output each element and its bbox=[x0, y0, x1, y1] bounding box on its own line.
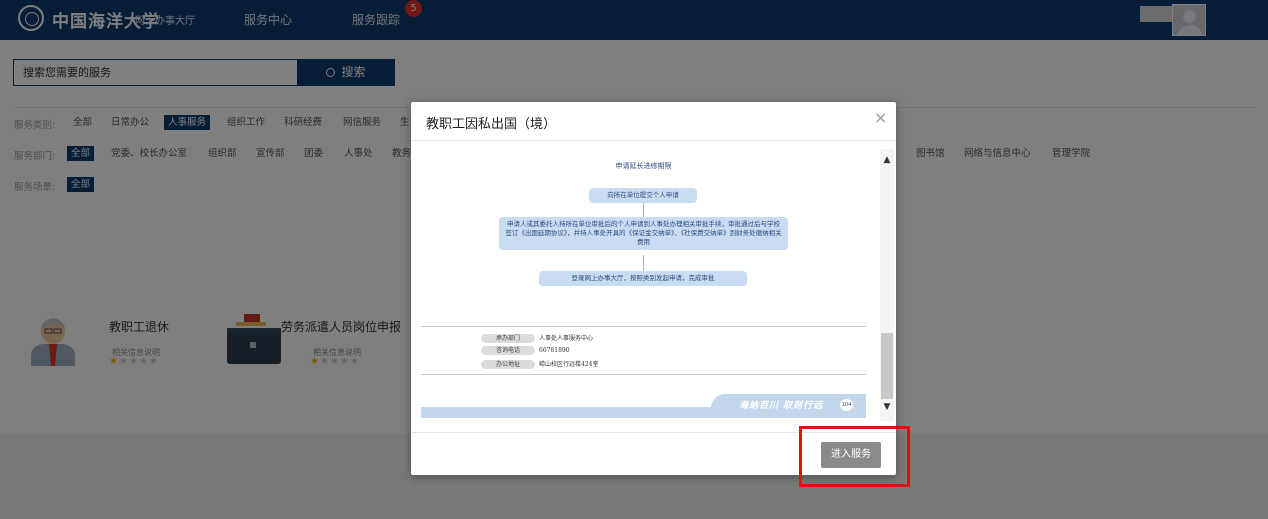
highlight-annotation-box bbox=[799, 426, 910, 487]
flow-step-3: 登录网上办事大厅，按照类别发起申请，完成审批 bbox=[539, 271, 747, 286]
modal-title: 教职工因私出国（境） bbox=[426, 117, 557, 132]
flow-step-1: 向所在单位提交个人申请 bbox=[589, 188, 697, 203]
scrollbar-thumb[interactable] bbox=[881, 333, 893, 399]
flowchart-title: 申请延长进修期限 bbox=[615, 162, 672, 170]
info-tag-department: 承办部门 bbox=[481, 334, 535, 343]
info-row-department: 承办部门 人事处人事服务中心 bbox=[481, 333, 593, 343]
info-bottom-divider bbox=[421, 374, 866, 375]
modal-body[interactable]: 申请延长进修期限 向所在单位提交个人申请 申请人或其委托人持所在单位审批后的个人… bbox=[421, 147, 880, 427]
info-row-address: 办公地址 崂山校区行远楼424室 bbox=[481, 359, 598, 369]
info-row-phone: 咨询电话 66781890 bbox=[481, 346, 570, 356]
service-detail-modal: 教职工因私出国（境） × 申请延长进修期限 向所在单位提交个人申请 申请人或其委… bbox=[411, 102, 896, 475]
scroll-down-arrow-icon[interactable]: ▼ bbox=[880, 402, 894, 412]
flow-step-2: 申请人或其委托人持所在单位审批后的个人申请到人事处办理相关审批手续，审批通过后与… bbox=[499, 217, 788, 250]
page-number: 104 bbox=[840, 399, 853, 411]
close-icon[interactable]: × bbox=[874, 110, 887, 126]
modal-header-divider bbox=[411, 140, 896, 141]
flow-connector bbox=[643, 203, 644, 217]
info-value-address: 崂山校区行远楼424室 bbox=[539, 361, 599, 368]
flow-connector bbox=[643, 255, 644, 272]
info-value-phone: 66781890 bbox=[539, 347, 570, 354]
info-tag-phone: 咨询电话 bbox=[481, 346, 535, 355]
info-top-divider bbox=[421, 326, 866, 327]
info-value-department: 人事处人事服务中心 bbox=[539, 335, 594, 342]
info-tag-address: 办公地址 bbox=[481, 360, 535, 369]
slogan-banner: 海纳百川 取则行远 104 bbox=[421, 390, 866, 420]
scroll-up-arrow-icon[interactable]: ▲ bbox=[880, 155, 894, 165]
modal-scrollbar[interactable]: ▲ ▼ bbox=[880, 149, 894, 421]
university-motto: 海纳百川 取则行远 bbox=[739, 401, 824, 411]
